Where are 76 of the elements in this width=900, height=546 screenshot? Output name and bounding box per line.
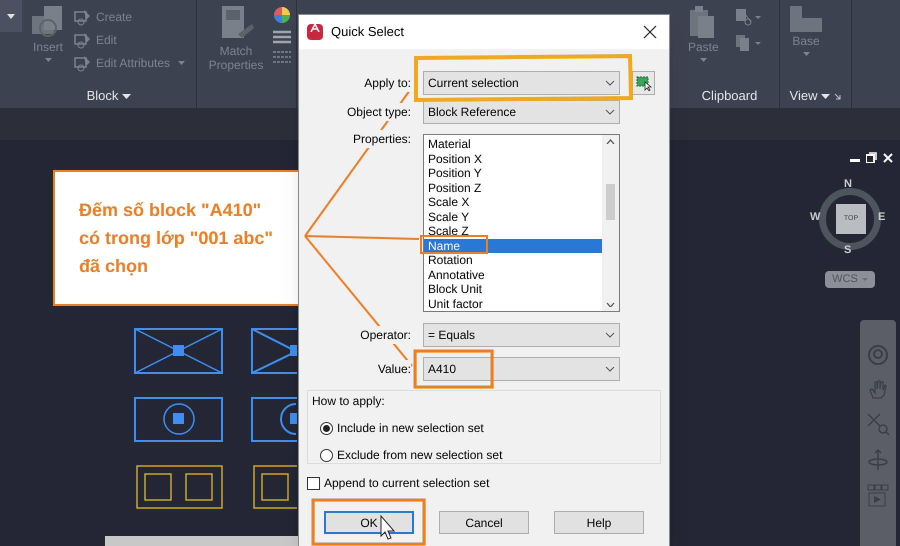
caret-icon xyxy=(862,278,868,281)
caret-icon xyxy=(821,94,830,98)
field-label: Object type: xyxy=(346,103,411,121)
properties-list[interactable]: Material Position X Position Y Position Z Scale X Scale Y Scale Z Name Rotation Annotative Block Unit Unit factor xyxy=(423,134,620,312)
select-objects-button[interactable] xyxy=(632,71,655,95)
panel-title: Block xyxy=(86,87,118,106)
dialog-launcher-icon xyxy=(834,92,842,100)
caret-icon xyxy=(7,14,15,18)
scrollbar-thumb[interactable] xyxy=(606,184,615,220)
dialog-button[interactable]: Help xyxy=(554,511,644,534)
list-item[interactable]: Rotation xyxy=(424,253,602,268)
compass-label[interactable]: S xyxy=(844,245,852,256)
caret-icon xyxy=(178,61,186,65)
radio-button[interactable] xyxy=(320,448,333,462)
field-label: Properties: xyxy=(352,130,411,148)
panel-dropdown[interactable] xyxy=(0,0,22,32)
close-icon[interactable] xyxy=(643,25,657,39)
restore-icon[interactable] xyxy=(866,152,877,163)
callout-text: Đếm số block "A410" có trong lớp "001 abc" đã chọn xyxy=(79,199,274,278)
caret-icon xyxy=(44,58,52,62)
linetype-icon xyxy=(273,50,291,64)
dialog-button[interactable]: Cancel xyxy=(439,511,529,534)
list-item[interactable]: Annotative xyxy=(424,268,602,282)
copy-icon[interactable] xyxy=(735,34,761,52)
caret-icon xyxy=(122,94,132,98)
list-item[interactable]: Scale X xyxy=(424,195,602,210)
dropdown[interactable]: = Equals xyxy=(423,323,620,347)
list-item[interactable]: Scale Z xyxy=(424,224,602,238)
chevron-down-icon xyxy=(605,332,615,338)
double-square-block-drawing xyxy=(253,465,297,509)
lineweight-icon xyxy=(273,30,291,44)
circle-block-drawing xyxy=(251,397,298,442)
edit-block-icon xyxy=(74,31,92,49)
group-label: How to apply: xyxy=(312,393,386,410)
chevron-down-icon xyxy=(605,109,615,115)
caret-icon xyxy=(700,58,707,62)
field-label: Operator: xyxy=(360,326,411,344)
list-item[interactable]: Scale Y xyxy=(424,210,602,224)
dialog-title: Quick Select xyxy=(331,23,405,42)
compass-label[interactable]: E xyxy=(878,212,886,223)
radio-button[interactable] xyxy=(320,422,333,434)
list-item[interactable]: Position Y xyxy=(424,166,602,180)
panel-title: Clipboard xyxy=(702,87,758,106)
dropdown[interactable]: A410 xyxy=(423,357,620,381)
scroll-down-icon xyxy=(606,302,615,307)
checkbox-option[interactable]: Append to current selection set xyxy=(307,474,657,492)
radio-option[interactable]: Exclude from new selection set xyxy=(320,446,648,464)
panel-title: View xyxy=(790,87,818,106)
color-wheel-icon xyxy=(273,6,291,24)
base-view-icon xyxy=(788,4,824,34)
chevron-down-icon xyxy=(605,80,615,86)
checkbox[interactable] xyxy=(307,476,320,490)
highlight-frame xyxy=(420,235,488,254)
chevron-down-icon xyxy=(605,366,615,372)
compass-label[interactable]: N xyxy=(844,179,852,190)
dropdown[interactable]: Block Reference xyxy=(423,100,620,124)
list-item[interactable]: Position X xyxy=(424,152,602,166)
cut-icon[interactable] xyxy=(735,8,761,26)
scrollbar[interactable] xyxy=(602,135,619,311)
select-objects-icon xyxy=(636,75,652,91)
app-logo-icon xyxy=(307,24,323,40)
dropdown[interactable]: Current selection xyxy=(423,71,620,95)
edit-attributes-icon xyxy=(74,54,92,72)
scroll-up-icon xyxy=(606,139,615,144)
list-item[interactable]: Block Unit xyxy=(424,282,602,296)
compass-label[interactable]: W xyxy=(810,212,820,223)
list-item[interactable]: Unit factor xyxy=(424,296,602,311)
radio-option[interactable]: Include in new selection set xyxy=(320,419,648,437)
create-block-icon xyxy=(74,8,92,26)
list-item[interactable]: Name xyxy=(424,238,602,253)
dialog-button[interactable]: OK xyxy=(324,511,414,534)
list-item[interactable]: Material xyxy=(424,137,602,152)
caret-icon xyxy=(802,52,810,56)
bowtie-block-drawing xyxy=(251,328,298,374)
list-item[interactable]: Position Z xyxy=(424,180,602,195)
mouse-pointer-icon xyxy=(380,514,396,540)
